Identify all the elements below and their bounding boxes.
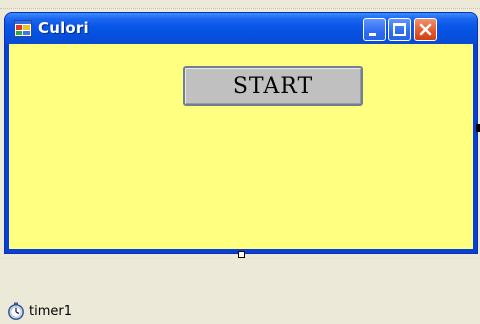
minimize-button[interactable] xyxy=(363,18,386,41)
form-icon xyxy=(14,20,32,37)
title-bar[interactable]: Culori xyxy=(5,13,477,44)
resize-handle-bottom[interactable] xyxy=(238,251,245,258)
form-client-area: START xyxy=(9,44,473,249)
timer-icon xyxy=(7,302,25,320)
start-button[interactable]: START xyxy=(183,66,363,106)
close-icon xyxy=(419,23,432,36)
resize-handle-right[interactable] xyxy=(476,124,480,132)
tray-item-label: timer1 xyxy=(29,303,72,319)
maximize-icon xyxy=(393,23,406,36)
close-button[interactable] xyxy=(414,18,437,41)
form-window[interactable]: Culori START xyxy=(4,12,478,254)
component-tray: timer1 xyxy=(0,258,480,323)
maximize-button[interactable] xyxy=(388,18,411,41)
window-title: Culori xyxy=(38,19,89,37)
minimize-icon xyxy=(369,33,376,36)
designer-surface xyxy=(0,0,480,9)
tray-item-timer1[interactable]: timer1 xyxy=(7,301,72,321)
